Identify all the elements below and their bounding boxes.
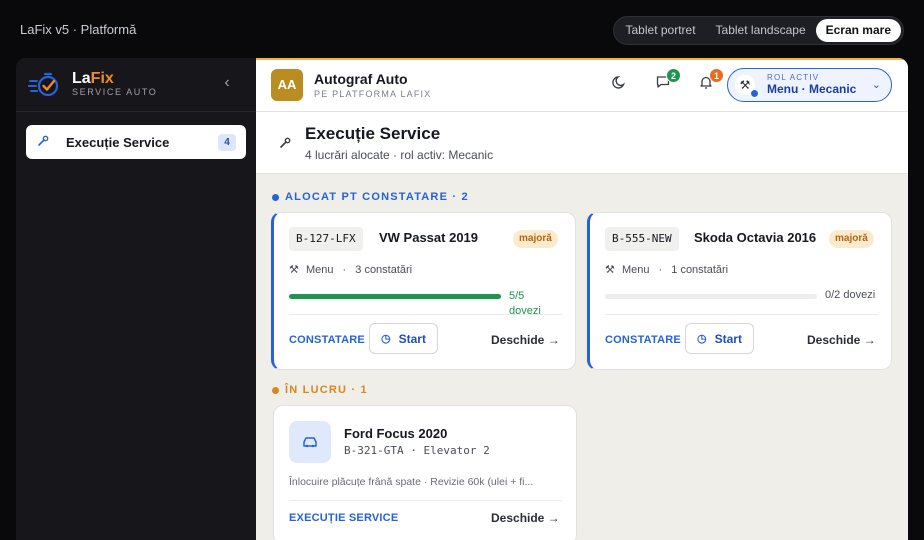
section-dot bbox=[272, 193, 279, 201]
page-title-bar: Execuție Service 4 lucrări alocate · rol… bbox=[256, 112, 908, 174]
evidence-progress-fill bbox=[289, 294, 501, 299]
clock-icon: ◷ bbox=[697, 333, 707, 345]
main-panel: AA Autograf Auto PE PLATFORMA LAFIX 2 1 … bbox=[256, 58, 908, 540]
constatare-link[interactable]: CONSTATARE bbox=[605, 334, 681, 346]
view-mode-switch: Tablet portret Tablet landscape Ecran ma… bbox=[612, 16, 904, 45]
active-role-selector[interactable]: ⚒ ROL ACTIV Menu · Mecanic ⌄ bbox=[727, 68, 892, 102]
role-value: Menu · Mecanic bbox=[767, 82, 857, 96]
section-label: ÎN LUCRU · 1 bbox=[285, 384, 368, 396]
open-job-link[interactable]: Deschide → bbox=[807, 333, 876, 347]
sidebar: LaFix SERVICE AUTO ‹ Execuție Service 4 bbox=[16, 58, 256, 540]
car-icon bbox=[289, 421, 331, 463]
card-meta: ⚒ Menu · 1 constatări bbox=[605, 263, 728, 276]
brand-name: LaFix bbox=[72, 70, 114, 87]
evidence-progress-bar bbox=[289, 294, 501, 299]
card-divider bbox=[289, 314, 562, 315]
brand[interactable]: LaFix SERVICE AUTO bbox=[28, 70, 157, 98]
start-button[interactable]: ◷ Start bbox=[685, 323, 754, 354]
plate-and-bay: B-321-GTA · Elevator 2 bbox=[344, 444, 490, 457]
license-plate: B-555-NEW bbox=[605, 227, 679, 251]
evidence-progress-label: 5/5 dovezi bbox=[509, 290, 541, 315]
section-dot bbox=[272, 386, 279, 394]
assignee-icon: ⚒ bbox=[289, 264, 299, 276]
window-title: LaFix v5 · Platformă bbox=[20, 22, 137, 37]
assignee-icon: ⚒ bbox=[605, 264, 615, 276]
car-model: Skoda Octavia 2016 bbox=[694, 230, 817, 245]
start-button[interactable]: ◷ Start bbox=[369, 323, 438, 354]
view-mode-tablet-landscape[interactable]: Tablet landscape bbox=[706, 19, 816, 42]
org-avatar: AA bbox=[271, 69, 303, 101]
app-header: AA Autograf Auto PE PLATFORMA LAFIX 2 1 … bbox=[256, 58, 908, 112]
card-divider bbox=[605, 314, 878, 315]
severity-tag: majoră bbox=[513, 230, 558, 248]
page-subtitle: 4 lucrări alocate · rol activ: Mecanic bbox=[305, 148, 494, 162]
section-label: ALOCAT PT CONSTATARE · 2 bbox=[285, 191, 469, 203]
open-job-link[interactable]: Deschide → bbox=[491, 333, 560, 347]
page-title: Execuție Service bbox=[305, 124, 441, 143]
chevron-down-icon: ⌄ bbox=[871, 79, 881, 91]
job-card-alocat[interactable]: B-127-LFX VW Passat 2019 majoră ⚒ Menu ·… bbox=[271, 212, 576, 370]
job-description: Înlocuire plăcuțe frână spate · Revizie … bbox=[289, 476, 534, 488]
findings-count: 1 constatări bbox=[671, 264, 729, 276]
org-name: Autograf Auto bbox=[314, 71, 408, 87]
clock-icon: ◷ bbox=[381, 333, 391, 345]
messages-count-badge: 2 bbox=[666, 68, 681, 83]
findings-count: 3 constatări bbox=[355, 264, 413, 276]
sidebar-item-count-badge: 4 bbox=[218, 133, 236, 151]
notifications-button[interactable]: 1 bbox=[694, 68, 724, 98]
job-card-alocat[interactable]: B-555-NEW Skoda Octavia 2016 majoră ⚒ Me… bbox=[587, 212, 892, 370]
role-caption: ROL ACTIV bbox=[767, 73, 820, 82]
sidebar-divider bbox=[16, 111, 256, 112]
sidebar-item-executie-service[interactable]: Execuție Service 4 bbox=[26, 125, 246, 159]
dark-mode-moon-icon[interactable] bbox=[608, 74, 632, 98]
job-card-in-lucru[interactable]: Ford Focus 2020 B-321-GTA · Elevator 2 Î… bbox=[273, 405, 577, 540]
role-status-dot bbox=[750, 89, 759, 98]
section-header-in-lucru: ÎN LUCRU · 1 bbox=[272, 384, 368, 396]
constatare-link[interactable]: CONSTATARE bbox=[289, 334, 365, 346]
org-subtitle: PE PLATFORMA LAFIX bbox=[314, 89, 432, 99]
collapse-sidebar-chevron-icon[interactable]: ‹ bbox=[218, 74, 236, 92]
top-strip: LaFix v5 · Platformă Tablet portret Tabl… bbox=[0, 0, 924, 58]
wrench-icon bbox=[36, 134, 52, 150]
wrench-icon bbox=[278, 136, 292, 153]
assignee-name: Menu bbox=[621, 264, 650, 276]
brand-subtitle: SERVICE AUTO bbox=[72, 87, 158, 97]
messages-button[interactable]: 2 bbox=[651, 68, 681, 98]
assignee-name: Menu bbox=[305, 264, 334, 276]
severity-tag: majoră bbox=[829, 230, 874, 248]
car-model: VW Passat 2019 bbox=[379, 230, 479, 245]
notifications-count-badge: 1 bbox=[709, 68, 724, 83]
stopwatch-logo-icon bbox=[28, 72, 59, 97]
executie-service-link[interactable]: EXECUȚIE SERVICE bbox=[289, 512, 398, 524]
section-header-alocat: ALOCAT PT CONSTATARE · 2 bbox=[272, 191, 469, 203]
start-button-label: Start bbox=[398, 331, 426, 346]
sidebar-item-label: Execuție Service bbox=[66, 134, 170, 150]
license-plate: B-127-LFX bbox=[289, 227, 363, 251]
app-frame: LaFix SERVICE AUTO ‹ Execuție Service 4 … bbox=[16, 58, 908, 540]
open-job-link[interactable]: Deschide → bbox=[491, 511, 560, 525]
evidence-progress-bar bbox=[605, 294, 817, 299]
car-model: Ford Focus 2020 bbox=[344, 426, 448, 441]
start-button-label: Start bbox=[714, 331, 742, 346]
evidence-progress-label: 0/2 dovezi bbox=[825, 289, 876, 301]
meta-separator: · bbox=[342, 264, 347, 276]
card-divider bbox=[289, 500, 562, 501]
view-mode-large-screen[interactable]: Ecran mare bbox=[815, 19, 901, 42]
card-meta: ⚒ Menu · 3 constatări bbox=[289, 263, 412, 276]
meta-separator: · bbox=[658, 264, 663, 276]
view-mode-tablet-portrait[interactable]: Tablet portret bbox=[616, 19, 706, 42]
